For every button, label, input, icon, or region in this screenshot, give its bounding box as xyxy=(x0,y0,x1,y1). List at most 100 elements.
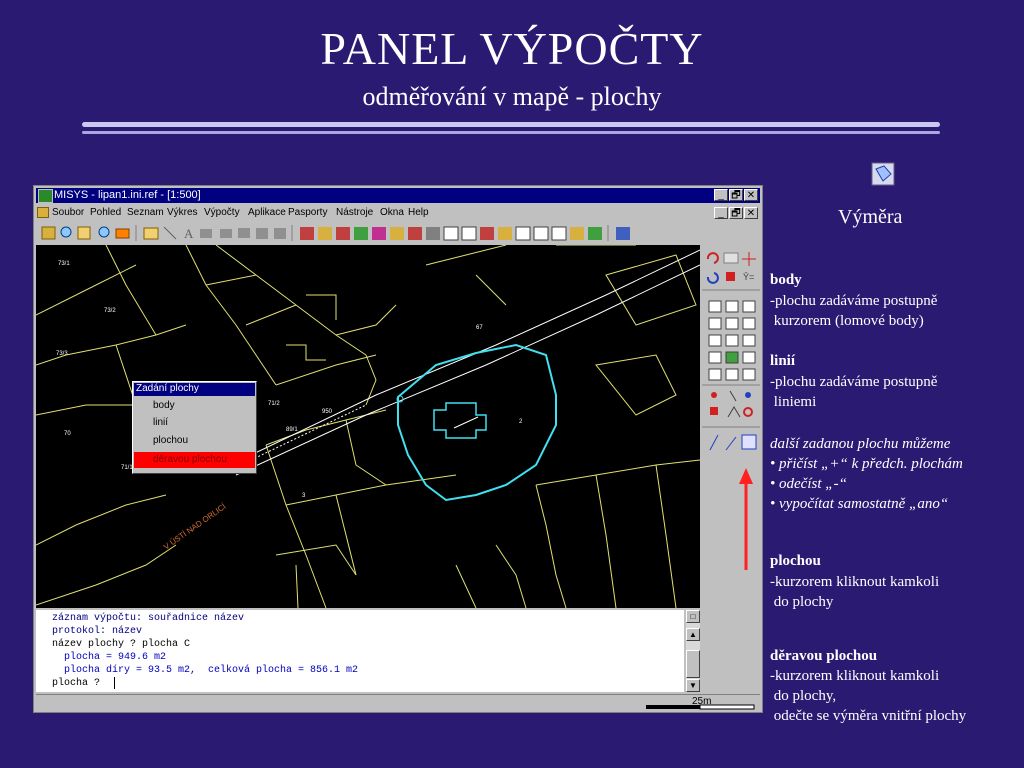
console-line: záznam výpočtu: souřadnice název xyxy=(52,613,245,624)
map-label: 71/2 xyxy=(268,401,280,407)
slide-subtitle: odměřování v mapě - plochy xyxy=(362,82,662,111)
menu-help[interactable]: Help xyxy=(408,207,429,218)
body-title: body xyxy=(770,272,802,288)
add-text: • přičíst „+“ k předch. plochám xyxy=(770,456,963,472)
red-arrow xyxy=(739,468,753,570)
separate-text: • vypočítat samostatně „ano“ xyxy=(770,496,949,512)
hole-line3: odečte se výměra vnitřní plochy xyxy=(770,708,967,724)
window-title: MISYS - lipan1.ini.ref - [1:500] xyxy=(54,189,201,201)
print-icon xyxy=(274,228,286,239)
close-button[interactable]: ✕ xyxy=(744,189,758,201)
toolbar-icons: A xyxy=(41,225,630,241)
area-line2: do plochy xyxy=(770,594,834,610)
text-icon: A xyxy=(184,226,194,241)
menu-seznam[interactable]: Seznam xyxy=(127,207,164,218)
svg-text:Ȳ=: Ȳ= xyxy=(743,272,754,282)
scroll-up-icon[interactable]: ▲ xyxy=(686,628,700,641)
popup-item-linii[interactable]: linií xyxy=(153,417,168,428)
console-scrollbar[interactable]: □ ▲ ▼ xyxy=(686,610,700,692)
menu-pohled[interactable]: Pohled xyxy=(90,207,121,218)
area-input-popup: Zadání plochy body linií plochou děravou… xyxy=(132,381,257,474)
arrow-icon xyxy=(220,229,232,238)
minimize-button[interactable]: _ xyxy=(714,189,728,201)
map-label: 950 xyxy=(322,409,333,415)
calc-tool-icons: Ȳ= xyxy=(702,252,760,451)
lines-line2: liniemi xyxy=(770,394,817,410)
title-divider xyxy=(82,122,940,127)
title-divider-2 xyxy=(82,131,940,134)
scroll-box-icon[interactable]: □ xyxy=(686,610,700,623)
document-icon[interactable] xyxy=(37,207,49,218)
lines-title: linií xyxy=(770,353,796,369)
slide-title: PANEL VÝPOČTY xyxy=(320,23,704,74)
menu-nastroje[interactable]: Nástroje xyxy=(336,207,373,218)
menu-pasporty[interactable]: Pasporty xyxy=(288,207,327,218)
menu-soubor[interactable]: Soubor xyxy=(52,207,84,218)
map-label: 73/2 xyxy=(104,308,116,314)
vymera-icon xyxy=(871,162,895,186)
popup-item-deravou-plochou[interactable]: děravou plochou xyxy=(134,452,255,468)
app-window: MISYS - lipan1.ini.ref - [1:500] _ 🗗 ✕ S… xyxy=(34,186,762,712)
hole-line1: -kurzorem kliknout kamkoli xyxy=(770,668,940,684)
pen-icon xyxy=(238,228,250,238)
menu-vykres[interactable]: Výkres xyxy=(167,207,198,218)
text-cursor xyxy=(114,677,115,689)
map-label: 3 xyxy=(302,493,306,499)
line-icon xyxy=(163,226,177,240)
doc-minimize-button[interactable]: _ xyxy=(714,207,728,219)
eraser-icon xyxy=(115,228,130,239)
scroll-down-icon[interactable]: ▼ xyxy=(686,679,700,692)
restore-button[interactable]: 🗗 xyxy=(729,189,743,201)
command-console[interactable]: záznam výpočtu: souřadnice název protoko… xyxy=(36,610,684,692)
status-bar: 25m xyxy=(36,694,760,711)
points-icon xyxy=(200,229,212,238)
menu-okna[interactable]: Okna xyxy=(380,207,404,218)
map-label: 73/1 xyxy=(58,261,70,267)
scale-bar: 25m xyxy=(640,695,758,710)
map-label: 70 xyxy=(64,431,71,437)
hand-icon xyxy=(77,226,91,240)
area-line1: -kurzorem kliknout kamkoli xyxy=(770,574,940,590)
popup-item-plochou[interactable]: plochou xyxy=(153,435,188,446)
doc-restore-button[interactable]: 🗗 xyxy=(729,207,743,219)
popup-title-bar: Zadání plochy xyxy=(134,383,255,396)
menu-vypocty[interactable]: Výpočty xyxy=(204,207,240,218)
console-line: plocha = 949.6 m2 xyxy=(52,652,167,663)
area-title: plochou xyxy=(770,553,821,569)
app-icon xyxy=(38,189,53,203)
map-canvas[interactable]: 73/1 73/2 73/3 70 71/1 67 71/2 950 89/1 … xyxy=(36,245,700,608)
map-label: 2 xyxy=(519,419,523,425)
hole-line2: do plochy, xyxy=(770,688,837,704)
toolbar: A xyxy=(36,223,760,243)
zoom-icon xyxy=(60,226,72,238)
calculation-tool-panel: Ȳ= xyxy=(702,245,760,685)
body-line1: -plochu zadáváme postupně xyxy=(770,293,938,309)
map-label: 67 xyxy=(476,325,483,331)
street-lines xyxy=(235,249,700,476)
scroll-thumb[interactable] xyxy=(686,650,700,678)
save-icon xyxy=(256,228,268,239)
lines-line1: -plochu zadáváme postupně xyxy=(770,374,938,390)
popup-item-body[interactable]: body xyxy=(153,400,175,411)
map-label: 73/3 xyxy=(56,351,68,357)
popup-title: Zadání plochy xyxy=(136,383,199,394)
console-prompt[interactable]: plocha ? xyxy=(52,678,106,689)
zoom-out-icon xyxy=(98,226,110,238)
open-icon xyxy=(41,226,56,240)
subtract-text: • odečíst „-“ xyxy=(770,476,847,492)
console-line: plocha díry = 93.5 m2, celková plocha = … xyxy=(52,665,359,676)
console-line: název plochy ? plocha C xyxy=(52,639,191,650)
map-label: 89/1 xyxy=(286,427,298,433)
menu-bar: Soubor Pohled Seznam Výkres Výpočty Apli… xyxy=(36,205,760,221)
vymera-heading: Výměra xyxy=(838,206,903,228)
doc-close-button[interactable]: ✕ xyxy=(744,207,758,219)
hole-title: děravou plochou xyxy=(770,648,878,664)
tool-icon-strip xyxy=(300,225,630,241)
body-line2: kurzorem (lomové body) xyxy=(770,313,924,329)
hole-polygon xyxy=(433,402,487,439)
next-area-text: další zadanou plochu můžeme xyxy=(770,436,951,452)
street-name-label: V ÚSTÍ NAD ORLICÍ xyxy=(162,501,228,551)
menu-aplikace[interactable]: Aplikace xyxy=(248,207,286,218)
window-titlebar[interactable]: MISYS - lipan1.ini.ref - [1:500] _ 🗗 ✕ xyxy=(36,188,760,203)
folder-icon xyxy=(143,227,159,240)
